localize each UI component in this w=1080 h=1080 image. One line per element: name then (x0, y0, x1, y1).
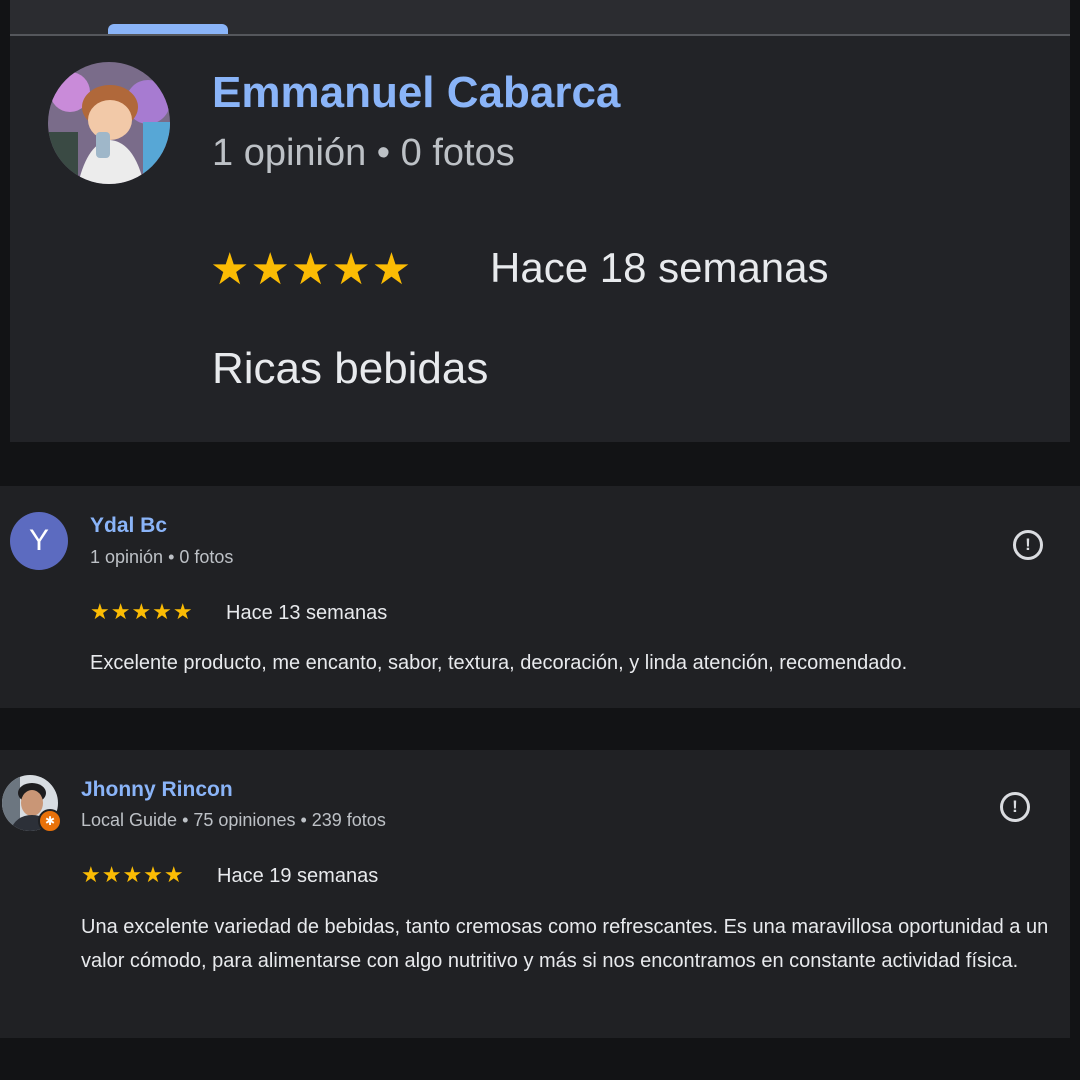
reviewer-stats: Local Guide • 75 opiniones • 239 fotos (81, 810, 386, 830)
avatar[interactable] (48, 62, 170, 184)
review-date: Hace 18 semanas (490, 244, 829, 291)
top-tab-bar (10, 0, 1070, 36)
report-icon[interactable]: ! (1013, 530, 1043, 560)
reviewer-name[interactable]: Ydal Bc (90, 514, 167, 538)
review-date: Hace 19 semanas (217, 865, 379, 887)
reviewer-name[interactable]: Emmanuel Cabarca (212, 68, 620, 118)
active-tab-indicator[interactable] (108, 24, 228, 34)
avatar[interactable]: Y (10, 512, 68, 570)
local-guide-badge-icon: ✱ (38, 809, 62, 833)
review-card: Emmanuel Cabarca 1 opinión • 0 fotos ★★★… (10, 36, 1070, 442)
reviewer-stats: 1 opinión • 0 fotos (90, 547, 234, 567)
review-text: Excelente producto, me encanto, sabor, t… (90, 652, 908, 674)
reviewer-stats: 1 opinión • 0 fotos (212, 132, 515, 174)
report-icon[interactable]: ! (1000, 792, 1030, 822)
review-card: ✱ Jhonny Rincon Local Guide • 75 opinion… (0, 750, 1070, 1038)
anime-character-avatar (48, 62, 170, 184)
review-text: Una excelente variedad de bebidas, tanto… (81, 916, 1049, 972)
star-rating: ★★★★★ (81, 862, 185, 887)
review-text: Ricas bebidas (212, 344, 489, 393)
reviewer-name[interactable]: Jhonny Rincon (81, 778, 233, 802)
review-card: Y Ydal Bc 1 opinión • 0 fotos ★★★★★ Hace… (0, 486, 1080, 708)
star-rating: ★★★★★ (90, 599, 194, 624)
star-rating: ★★★★★ (210, 245, 413, 294)
review-date: Hace 13 semanas (226, 602, 388, 624)
